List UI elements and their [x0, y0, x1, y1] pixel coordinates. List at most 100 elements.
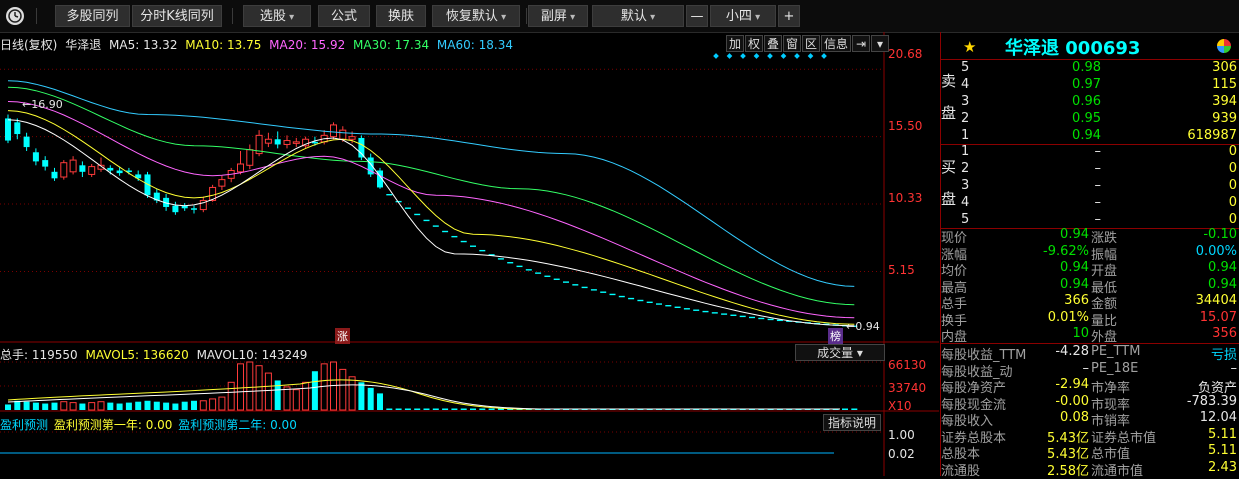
multi-stock-button[interactable]: 多股同列 [55, 5, 130, 27]
volume-bar [423, 408, 430, 410]
font-size-dropdown[interactable]: 小四 [710, 5, 776, 27]
volume-bar [42, 403, 49, 410]
intraday-kline-button[interactable]: 分时K线同列 [132, 5, 222, 27]
restore-default-dropdown[interactable]: 恢复默认 [432, 5, 520, 27]
volume-total: 总手: 119550 [0, 348, 78, 362]
event-marker [807, 53, 814, 59]
ma60-label: MA60: 18.34 [436, 38, 513, 52]
collapse-icon[interactable]: ⇥ [852, 35, 870, 52]
volume-bar [348, 376, 356, 411]
volume-bar [851, 408, 858, 410]
star-icon[interactable]: ★ [963, 38, 976, 56]
event-marker [713, 53, 719, 59]
pie-chart-icon[interactable] [1217, 39, 1231, 53]
volume-bar [209, 398, 217, 411]
candle-body [348, 136, 356, 140]
chart-btn-info[interactable]: 信息 [821, 35, 851, 52]
volume-bar [97, 401, 105, 411]
forecast-tick: 0.02 [888, 447, 915, 461]
rank-tag[interactable]: 榜 [828, 328, 843, 344]
event-marker [740, 53, 746, 59]
event-marker [780, 53, 787, 59]
chevron-down-icon[interactable]: ▾ [871, 35, 889, 52]
volume-bar [88, 402, 96, 411]
volume-header: 总手: 119550 MAVOL5: 136620 MAVOL10: 14324… [0, 346, 307, 363]
candle-body [218, 179, 226, 187]
event-marker [726, 53, 733, 59]
forecast-header: 盈利预测 盈利预测第一年: 0.00 盈利预测第二年: 0.00 [0, 416, 297, 433]
skin-button[interactable]: 换肤 [376, 5, 426, 27]
volume-bar [460, 408, 467, 410]
candle-body [339, 129, 347, 140]
chart-toolbar: 加 权 叠 窗 区 信息 ⇥ ▾ [726, 35, 889, 52]
volume-bar [339, 368, 347, 411]
volume-bar [274, 380, 281, 410]
price-tick: 5.15 [888, 263, 915, 277]
font-decrease-button[interactable]: — [686, 5, 708, 27]
clock-icon[interactable] [6, 7, 24, 25]
volume-bar [255, 365, 263, 411]
chart-btn-jia[interactable]: 加 [726, 35, 744, 52]
price-tick: 15.50 [888, 119, 923, 133]
volume-bar [199, 400, 207, 411]
volume-bar [302, 381, 310, 411]
event-marker [753, 53, 760, 59]
volume-tick: 66130 [888, 358, 927, 372]
volume-bar [181, 401, 188, 410]
event-marker [794, 53, 800, 59]
quote-panel: ★ 华泽退 000693 5 0.98 306 4 0.97 115 3 0.96 394 2 0.… [940, 32, 1239, 479]
volume-bar [470, 408, 476, 410]
sub-screen-dropdown[interactable]: 副屏 [528, 5, 588, 27]
candle-body [42, 160, 49, 167]
mavol5-line [7, 379, 840, 410]
chart-btn-die[interactable]: 叠 [764, 35, 782, 52]
forecast-tick: 1.00 [888, 428, 915, 442]
ma60-line [7, 80, 855, 287]
volume-bar [488, 408, 495, 410]
volume-bar [144, 400, 151, 410]
default-layout-dropdown[interactable]: 默认 [592, 5, 684, 27]
chart-btn-qu[interactable]: 区 [802, 35, 820, 52]
kline-chart[interactable] [0, 32, 939, 476]
volume-bar [172, 403, 179, 410]
sell-side-label: 卖 [941, 72, 957, 90]
candle-body [116, 170, 123, 174]
volume-bar [135, 401, 142, 410]
volume-bar [32, 402, 39, 410]
volume-bar [69, 402, 77, 411]
candle-body [358, 137, 365, 158]
limit-up-tag[interactable]: 涨 [335, 328, 350, 344]
toolbar: 多股同列 分时K线同列 选股 公式 换肤 恢复默认 副屏 默认 — 小四 + [0, 0, 1239, 33]
volume-bar [479, 408, 486, 410]
volume-bar [358, 382, 365, 410]
volume-bar [116, 403, 123, 410]
stock-select-dropdown[interactable]: 选股 [243, 5, 311, 27]
volume-bar [367, 387, 374, 410]
mavol5-label: MAVOL5: 136620 [85, 348, 189, 362]
volume-bar [386, 408, 393, 410]
buy-side-label: 盘 [941, 190, 957, 208]
formula-button[interactable]: 公式 [318, 5, 370, 27]
volume-tick: 33740 [888, 381, 927, 395]
mavol10-label: MAVOL10: 143249 [196, 348, 308, 362]
candle-body [23, 136, 30, 148]
candle-body [107, 167, 114, 171]
volume-bar [227, 381, 235, 411]
buy-side-label: 买 [941, 158, 957, 176]
volume-bar [14, 400, 21, 410]
volume-bar [292, 389, 300, 411]
indicator-help-button[interactable]: 指标说明 [823, 414, 881, 431]
volume-bar [191, 400, 197, 410]
candle-body [172, 205, 179, 213]
candle-body [264, 138, 272, 144]
chart-btn-chuang[interactable]: 窗 [783, 35, 801, 52]
chart-btn-quan[interactable]: 权 [745, 35, 763, 52]
volume-bar [311, 371, 318, 410]
volume-indicator-dropdown[interactable]: 成交量 ▾ [795, 344, 885, 361]
ma10-line [7, 110, 855, 325]
font-increase-button[interactable]: + [778, 5, 800, 27]
volume-bar [218, 396, 226, 411]
candle-body [292, 141, 300, 144]
volume-bar [283, 386, 291, 411]
candle-body [69, 159, 77, 173]
